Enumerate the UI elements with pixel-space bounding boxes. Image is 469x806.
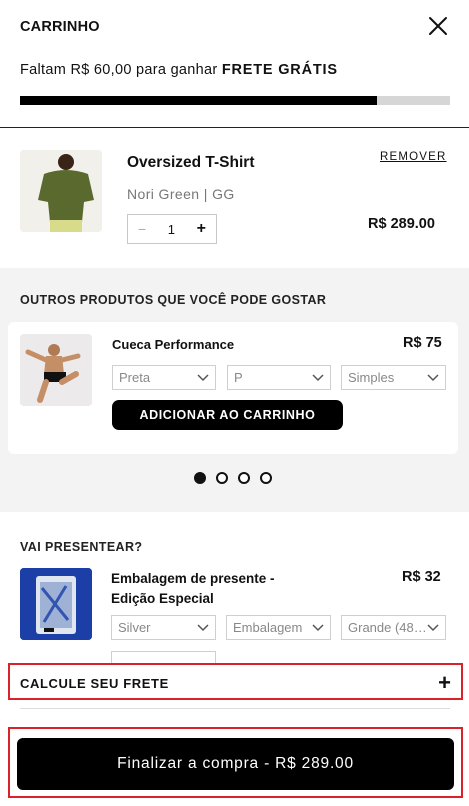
free-shipping-message: Faltam R$ 60,00 para ganhar FRETE GRÁTIS bbox=[20, 62, 338, 78]
checkout-container: Finalizar a compra - R$ 289.00 bbox=[8, 727, 463, 798]
quantity-stepper: − 1 + bbox=[127, 214, 217, 244]
chevron-down-icon bbox=[312, 374, 324, 382]
product-image bbox=[20, 150, 102, 232]
decrease-quantity-button[interactable]: − bbox=[138, 221, 146, 237]
carousel-dot[interactable] bbox=[238, 472, 250, 484]
chevron-down-icon bbox=[197, 374, 209, 382]
free-shipping-highlight: FRETE GRÁTIS bbox=[221, 62, 338, 78]
gift-name-line2: Edição Especial bbox=[111, 591, 214, 606]
remove-button[interactable]: REMOVER bbox=[380, 151, 447, 163]
quantity-value: 1 bbox=[167, 221, 176, 237]
recommendation-price: R$ 75 bbox=[403, 335, 442, 351]
cart-item: Oversized T-Shirt REMOVER Nori Green | G… bbox=[0, 128, 469, 268]
carousel-pagination bbox=[194, 472, 272, 484]
increase-quantity-button[interactable]: + bbox=[197, 220, 206, 238]
gift-price: R$ 32 bbox=[402, 569, 441, 585]
gift-type-select[interactable]: Embalagem bbox=[226, 615, 331, 640]
recommendations-title: OUTROS PRODUTOS QUE VOCÊ PODE GOSTAR bbox=[20, 293, 327, 307]
recommendation-image bbox=[20, 334, 92, 406]
chevron-down-icon bbox=[427, 624, 439, 632]
progress-fill bbox=[20, 96, 377, 105]
color-select-value: Preta bbox=[119, 370, 151, 385]
gift-title: VAI PRESENTEAR? bbox=[20, 540, 143, 554]
gift-image bbox=[20, 568, 92, 640]
gift-color-select-value: Silver bbox=[118, 620, 151, 635]
carousel-dot[interactable] bbox=[216, 472, 228, 484]
plus-icon: + bbox=[438, 670, 451, 695]
recommendations-section: OUTROS PRODUTOS QUE VOCÊ PODE GOSTAR Cue… bbox=[0, 268, 469, 512]
carousel-dot[interactable] bbox=[260, 472, 272, 484]
gift-size-select[interactable]: Grande (48… bbox=[341, 615, 446, 640]
pack-select[interactable]: Simples bbox=[341, 365, 446, 390]
gift-type-select-value: Embalagem bbox=[233, 620, 303, 635]
gift-name: Embalagem de presente - Edição Especial bbox=[111, 569, 311, 609]
product-price: R$ 289.00 bbox=[368, 216, 435, 232]
calculate-shipping-toggle[interactable]: CALCULE SEU FRETE + bbox=[8, 663, 463, 700]
recommendation-card: Cueca Performance R$ 75 Preta P Simples … bbox=[8, 322, 458, 454]
cart-title: CARRINHO bbox=[20, 19, 100, 35]
gift-color-select[interactable]: Silver bbox=[111, 615, 216, 640]
cart-header: CARRINHO Faltam R$ 60,00 para ganhar FRE… bbox=[0, 0, 469, 128]
gift-name-line1: Embalagem de presente - bbox=[111, 571, 275, 586]
divider bbox=[20, 708, 450, 709]
calculate-shipping-label: CALCULE SEU FRETE bbox=[20, 676, 169, 691]
checkout-button[interactable]: Finalizar a compra - R$ 289.00 bbox=[17, 738, 454, 790]
close-icon[interactable] bbox=[428, 16, 448, 36]
pack-select-value: Simples bbox=[348, 370, 395, 385]
color-select[interactable]: Preta bbox=[112, 365, 216, 390]
add-to-cart-button[interactable]: ADICIONAR AO CARRINHO bbox=[112, 400, 343, 430]
chevron-down-icon bbox=[197, 624, 209, 632]
size-select[interactable]: P bbox=[227, 365, 331, 390]
free-shipping-progress-bar bbox=[20, 96, 450, 105]
free-shipping-text: Faltam R$ 60,00 para ganhar bbox=[20, 62, 218, 78]
gift-section: VAI PRESENTEAR? Embalagem de presente - … bbox=[0, 512, 469, 663]
size-select-value: P bbox=[234, 370, 243, 385]
gift-size-select-value: Grande (48… bbox=[348, 620, 427, 635]
product-name: Oversized T-Shirt bbox=[127, 154, 255, 171]
chevron-down-icon bbox=[427, 374, 439, 382]
recommendation-name: Cueca Performance bbox=[112, 337, 235, 352]
product-variant: Nori Green | GG bbox=[127, 186, 235, 202]
chevron-down-icon bbox=[312, 624, 324, 632]
carousel-dot[interactable] bbox=[194, 472, 206, 484]
gift-extra-select[interactable] bbox=[111, 651, 216, 663]
